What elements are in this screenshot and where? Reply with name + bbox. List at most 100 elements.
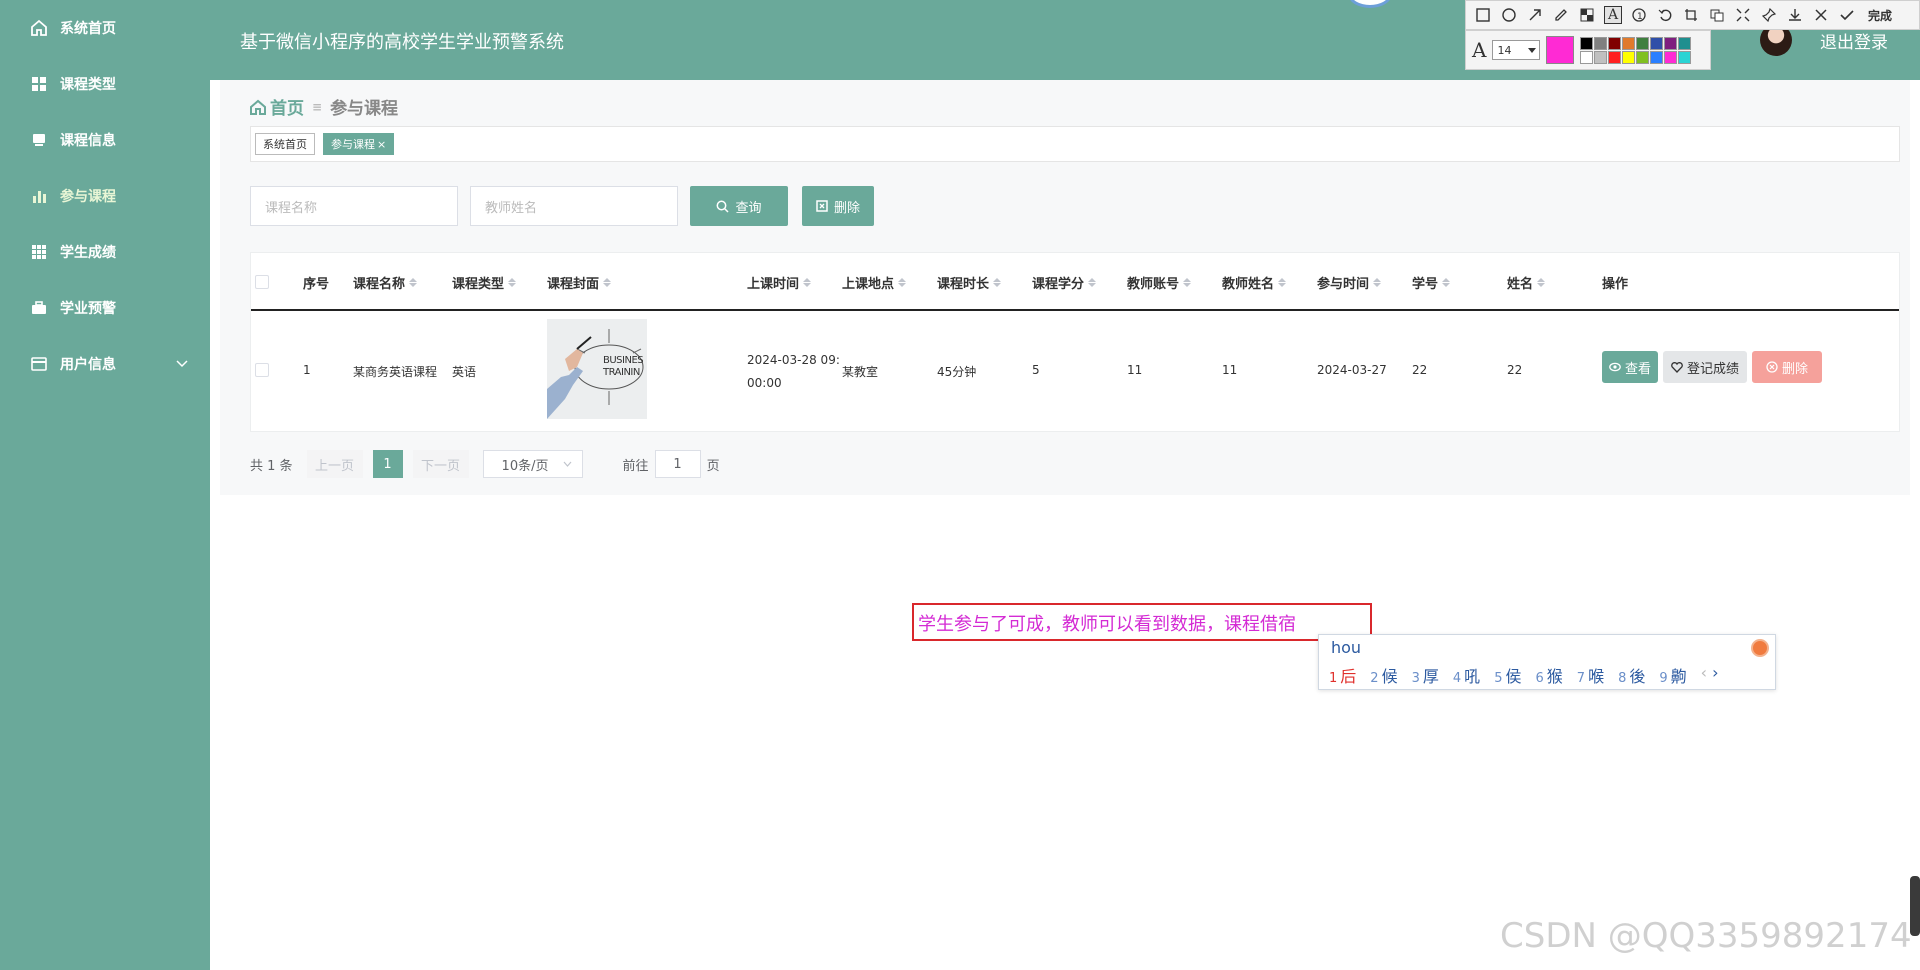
arrow-tool-icon[interactable] [1526,6,1544,24]
candidate-number: 9 [1659,671,1668,686]
mosaic-tool-icon[interactable] [1578,6,1596,24]
th-class-time[interactable]: 上课时间 [747,273,812,292]
th-teacher-account[interactable]: 教师账号 [1127,273,1192,292]
goto-page-input[interactable]: 1 [654,450,701,478]
th-teacher-name[interactable]: 教师姓名 [1222,273,1287,292]
scroll-handle[interactable] [1910,876,1920,936]
color-swatch[interactable] [1580,36,1594,50]
record-score-label: 登记成绩 [1686,361,1739,377]
color-swatch[interactable] [1594,36,1608,50]
query-button[interactable]: 查询 [690,186,788,226]
ime-candidate[interactable]: 8後 [1618,663,1645,687]
th-credit[interactable]: 课程学分 [1032,273,1097,292]
logout-button[interactable]: 退出登录 [1820,28,1888,53]
color-swatch[interactable] [1678,50,1692,64]
color-swatch[interactable] [1664,50,1678,64]
check-icon[interactable] [1838,6,1856,24]
th-course-name[interactable]: 课程名称 [353,273,418,292]
teacher-name-input[interactable]: 教师姓名 [470,186,678,226]
sort-icon[interactable] [1088,278,1097,287]
ime-candidate[interactable]: 7喉 [1577,663,1604,687]
sort-icon[interactable] [1442,278,1451,287]
close-icon[interactable]: × [377,138,386,151]
crop-icon[interactable] [1682,6,1700,24]
th-duration[interactable]: 课程时长 [937,273,1002,292]
ime-candidate[interactable]: 3厚 [1412,663,1439,687]
download-icon[interactable] [1786,6,1804,24]
text-tool-icon[interactable]: A [1604,6,1622,24]
th-student-name[interactable]: 姓名 [1507,273,1546,292]
th-location[interactable]: 上课地点 [842,273,907,292]
rectangle-tool-icon[interactable] [1474,6,1492,24]
th-course-cover[interactable]: 课程封面 [547,273,612,292]
tag-join-course[interactable]: 参与课程 × [323,133,395,155]
row-delete-button[interactable]: 删除 [1752,351,1822,383]
close-icon[interactable] [1812,6,1830,24]
color-swatch[interactable] [1650,50,1664,64]
th-join-time[interactable]: 参与时间 [1317,273,1382,292]
page-number-1[interactable]: 1 [372,450,403,478]
sort-icon[interactable] [1373,278,1382,287]
sort-icon[interactable] [1183,278,1192,287]
ellipse-tool-icon[interactable] [1500,6,1518,24]
color-swatch[interactable] [1636,36,1650,50]
course-name-input[interactable]: 课程名称 [250,186,458,226]
ocr-icon[interactable] [1708,6,1726,24]
sidebar-item-user-info[interactable]: 用户信息 [0,336,210,392]
tag-home[interactable]: 系统首页 [255,133,315,155]
undo-icon[interactable] [1656,6,1674,24]
sidebar-item-student-score[interactable]: 学生成绩 [0,224,210,280]
color-swatch[interactable] [1580,50,1594,64]
batch-delete-button[interactable]: 删除 [802,186,874,226]
th-course-type[interactable]: 课程类型 [452,273,517,292]
sidebar-item-course-type[interactable]: 课程类型 [0,56,210,112]
color-swatch[interactable] [1636,50,1650,64]
color-swatch[interactable] [1608,36,1622,50]
sort-icon[interactable] [993,278,1002,287]
color-swatch[interactable] [1664,36,1678,50]
row-checkbox[interactable] [255,363,269,377]
ime-candidate[interactable]: 6猴 [1535,663,1562,687]
record-score-button[interactable]: 登记成绩 [1663,351,1747,383]
font-size-icon: A [1472,38,1487,62]
color-swatch[interactable] [1608,50,1622,64]
font-size-select[interactable]: 14 [1492,40,1541,60]
query-label: 查询 [735,200,762,216]
ime-page-icon[interactable]: ‹ › [1701,663,1719,687]
color-swatch[interactable] [1622,36,1636,50]
breadcrumb-home[interactable]: 首页 [250,94,304,119]
current-color-swatch[interactable] [1546,36,1575,64]
sort-icon[interactable] [508,278,517,287]
sort-icon[interactable] [409,278,418,287]
next-page-button[interactable]: 下一页 [412,450,469,478]
translate-icon[interactable] [1734,6,1752,24]
sidebar-item-academic-warning[interactable]: 学业预警 [0,280,210,336]
color-swatch[interactable] [1622,50,1636,64]
sort-icon[interactable] [603,278,612,287]
ime-candidate[interactable]: 5侯 [1494,663,1521,687]
ime-candidate[interactable]: 1后 [1329,663,1356,687]
cell-teacher-name: 11 [1222,363,1238,377]
pen-tool-icon[interactable] [1552,6,1570,24]
sidebar-item-join-course[interactable]: 参与课程 [0,168,210,224]
view-button[interactable]: 查看 [1602,351,1658,383]
sort-icon[interactable] [898,278,907,287]
sort-icon[interactable] [1278,278,1287,287]
sort-icon[interactable] [1537,278,1546,287]
pin-icon[interactable] [1760,6,1778,24]
color-swatch[interactable] [1650,36,1664,50]
ime-candidate[interactable]: 4吼 [1453,663,1480,687]
page-size-select[interactable]: 10条/页 [482,450,583,478]
done-button[interactable]: 完成 [1868,7,1892,24]
sidebar-item-home[interactable]: 系统首页 [0,0,210,56]
ime-candidate[interactable]: 9齁 [1659,663,1686,687]
color-swatch[interactable] [1678,36,1692,50]
sidebar-item-course-info[interactable]: 课程信息 [0,112,210,168]
th-student-id[interactable]: 学号 [1412,273,1451,292]
sort-icon[interactable] [803,278,812,287]
number-tool-icon[interactable]: 1 [1630,6,1648,24]
color-swatch[interactable] [1594,50,1608,64]
ime-candidate[interactable]: 2候 [1370,663,1397,687]
prev-page-button[interactable]: 上一页 [306,450,363,478]
select-all-checkbox[interactable] [255,275,269,289]
